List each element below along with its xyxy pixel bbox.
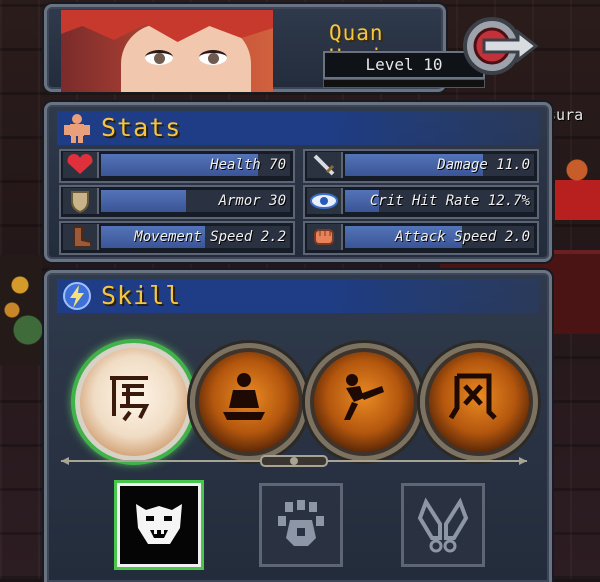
skill-title: Skill (101, 281, 182, 310)
stats-header: Stats (57, 111, 539, 145)
stat-label: Attack Speed 2.0 (395, 229, 530, 245)
experience-bar (323, 79, 485, 88)
skill-orb-kick[interactable] (305, 343, 423, 461)
shield-icon (63, 188, 99, 214)
heart-icon (63, 152, 99, 178)
style-tiger-button[interactable] (117, 483, 201, 567)
stat-attack-speed: Attack Speed 2.0 (303, 221, 539, 255)
stats-panel: Stats Health 70 Damage 11.0 Armor 30 Cri… (44, 102, 552, 262)
npc-sprite (555, 150, 600, 230)
kicking-figure-icon (344, 374, 384, 420)
stats-title: Stats (101, 113, 182, 142)
skill-panel: Skill (44, 270, 552, 582)
style-prayer-button[interactable] (401, 483, 485, 567)
tiger-face-icon (136, 504, 182, 544)
eye-icon (307, 188, 343, 214)
boot-icon (63, 224, 99, 250)
back-button[interactable] (462, 12, 540, 82)
sword-icon (307, 152, 343, 178)
meditating-figure-icon (223, 373, 265, 420)
lightning-orb-icon (63, 282, 91, 310)
character-level: Level 10 (323, 51, 485, 79)
background-plant (0, 255, 42, 365)
tiger-kanji-icon (110, 376, 150, 422)
stat-label: Crit Hit Rate 12.7% (369, 193, 530, 209)
stat-label: Health 70 (210, 157, 286, 173)
stat-movement-speed: Movement Speed 2.2 (59, 221, 295, 255)
stat-fill (101, 190, 187, 212)
character-portrait (61, 10, 273, 92)
phoenix-kanji-icon (448, 373, 497, 420)
skill-orb-tiger[interactable] (75, 343, 193, 461)
skill-header: Skill (57, 279, 539, 313)
back-arrow-icon (463, 17, 539, 75)
stat-label: Movement Speed 2.2 (134, 229, 286, 245)
stat-crit-hit-rate: Crit Hit Rate 12.7% (303, 185, 539, 219)
stat-health: Health 70 (59, 149, 295, 183)
skill-orb-meditate[interactable] (190, 343, 308, 461)
style-paw-button[interactable] (259, 483, 343, 567)
praying-hands-icon (417, 497, 469, 553)
fist-icon (307, 224, 343, 250)
stat-armor: Armor 30 (59, 185, 295, 219)
paw-icon (278, 500, 324, 546)
body-icon (64, 114, 90, 143)
ornate-divider (61, 455, 527, 467)
character-panel: Quan Huying Level 10 (44, 4, 485, 92)
stat-label: Armor 30 (218, 193, 286, 209)
skill-orb-phoenix[interactable] (420, 343, 538, 461)
stat-damage: Damage 11.0 (303, 149, 539, 183)
stat-label: Damage 11.0 (437, 157, 530, 173)
